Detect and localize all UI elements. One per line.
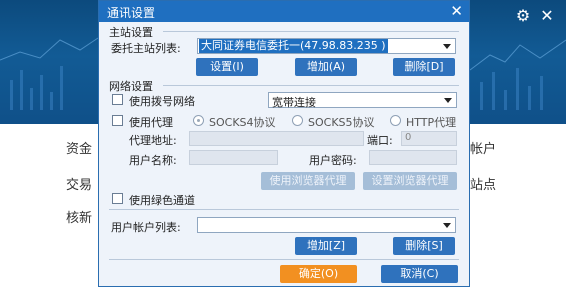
socks4-label: SOCKS4协议 — [209, 116, 276, 129]
set-browser-proxy-button[interactable]: 设置浏览器代理 — [363, 172, 457, 190]
section-divider — [109, 259, 459, 260]
account-list-select[interactable] — [197, 217, 456, 233]
username-input[interactable] — [189, 150, 278, 165]
dialup-connection-select[interactable]: 宽带连接 — [268, 92, 457, 109]
chevron-down-icon[interactable] — [443, 223, 451, 228]
dialup-label: 使用拨号网络 — [129, 95, 195, 108]
green-channel-checkbox[interactable] — [112, 193, 123, 204]
ok-button[interactable]: 确定(O) — [280, 265, 357, 283]
proxy-address-input[interactable] — [189, 131, 364, 146]
socks4-radio[interactable] — [193, 115, 204, 126]
bg-label-station: 站点 — [470, 178, 497, 193]
chevron-down-icon[interactable] — [444, 98, 452, 103]
http-proxy-radio[interactable] — [390, 115, 401, 126]
main-station-select[interactable]: 大同证券电信委托一(47.98.83.235 ) — [197, 38, 456, 54]
communication-settings-dialog: 通讯设置 ✕ 主站设置 委托主站列表: 大同证券电信委托一(47.98.83.2… — [98, 0, 470, 287]
dialog-title: 通讯设置 — [107, 6, 156, 20]
chevron-down-icon[interactable] — [443, 44, 451, 49]
dialup-connection-value: 宽带连接 — [272, 96, 316, 109]
network-section-title: 网络设置 — [109, 80, 153, 93]
username-label: 用户名称: — [129, 154, 177, 167]
main-station-section-title: 主站设置 — [109, 26, 153, 39]
port-input[interactable]: 0 — [401, 131, 457, 146]
port-value: 0 — [405, 132, 412, 143]
section-divider — [109, 209, 459, 210]
section-divider — [163, 85, 459, 86]
section-divider — [163, 31, 459, 32]
proxy-label: 使用代理 — [129, 116, 173, 129]
green-channel-label: 使用绿色通道 — [129, 194, 195, 207]
use-browser-proxy-button[interactable]: 使用浏览器代理 — [261, 172, 355, 190]
port-label: 端口: — [367, 134, 393, 147]
bg-label-account: 帐户 — [470, 142, 497, 157]
socks5-label: SOCKS5协议 — [308, 116, 375, 129]
proxy-address-label: 代理地址: — [129, 134, 177, 147]
delete-account-button[interactable]: 删除[S] — [393, 237, 455, 255]
close-icon[interactable]: ✕ — [538, 7, 556, 25]
dialog-titlebar[interactable]: 通讯设置 ✕ — [99, 1, 469, 22]
settings-button[interactable]: 设置(I) — [196, 58, 258, 76]
cancel-button[interactable]: 取消(C) — [381, 265, 458, 283]
bg-label-trade: 交易 — [66, 178, 93, 193]
password-input[interactable] — [369, 150, 457, 165]
delete-station-button[interactable]: 删除[D] — [393, 58, 455, 76]
proxy-checkbox[interactable] — [112, 115, 123, 126]
add-station-button[interactable]: 增加(A) — [295, 58, 357, 76]
socks5-radio[interactable] — [292, 115, 303, 126]
close-icon[interactable]: ✕ — [450, 2, 463, 20]
account-list-label: 用户帐户列表: — [111, 221, 181, 234]
main-station-list-label: 委托主站列表: — [111, 42, 181, 55]
bg-label-core: 核新 — [66, 211, 93, 226]
add-account-button[interactable]: 增加[Z] — [295, 237, 357, 255]
gear-icon[interactable]: ⚙ — [514, 7, 532, 25]
dialup-checkbox[interactable] — [112, 94, 123, 105]
bg-label-funds: 资金 — [66, 142, 93, 157]
password-label: 用户密码: — [309, 154, 357, 167]
main-station-selected-value: 大同证券电信委托一(47.98.83.235 ) — [199, 39, 388, 53]
http-proxy-label: HTTP代理 — [406, 116, 457, 129]
